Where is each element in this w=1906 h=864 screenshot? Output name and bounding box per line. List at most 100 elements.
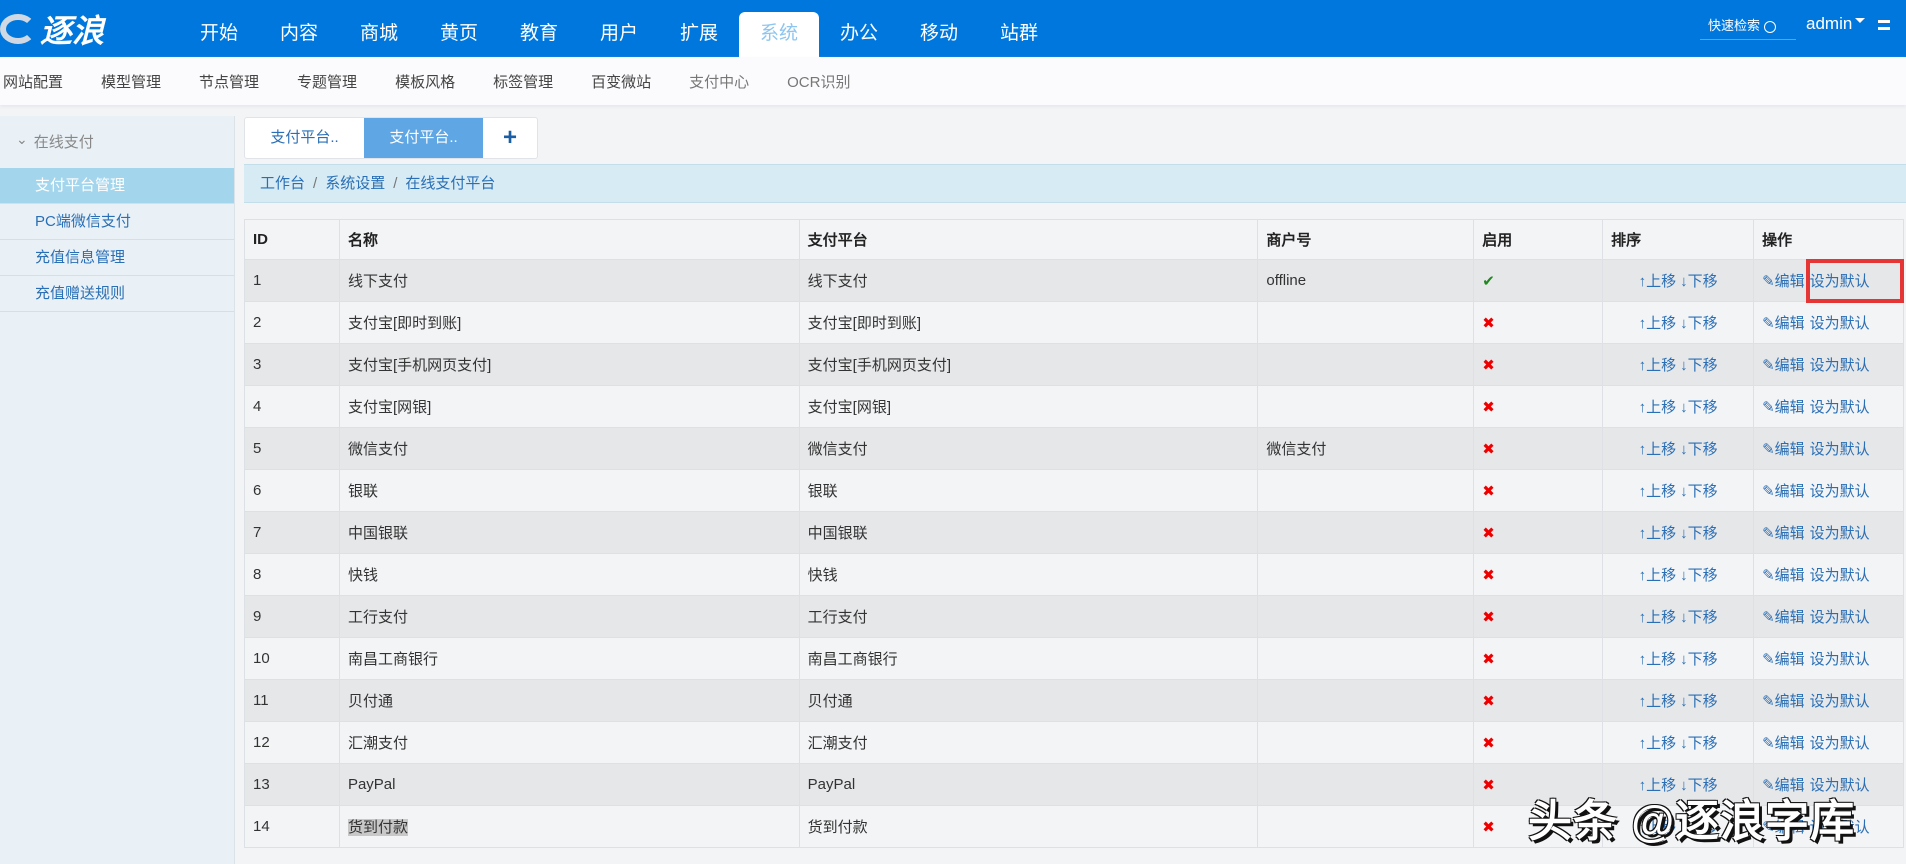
- set-default-link[interactable]: 设为默认: [1810, 567, 1870, 584]
- set-default-link[interactable]: 设为默认: [1810, 441, 1870, 458]
- nav-item[interactable]: 开始: [179, 0, 259, 57]
- nav-item[interactable]: 扩展: [659, 0, 739, 57]
- cross-icon[interactable]: ✖: [1482, 819, 1495, 836]
- move-up-link[interactable]: ↑上移: [1639, 315, 1677, 332]
- move-up-link[interactable]: ↑上移: [1639, 441, 1677, 458]
- edit-link[interactable]: ✎编辑: [1762, 525, 1805, 542]
- set-default-link[interactable]: 设为默认: [1810, 315, 1870, 332]
- set-default-link[interactable]: 设为默认: [1810, 273, 1870, 290]
- merchant-cell: [1257, 469, 1475, 512]
- nav-item[interactable]: 黄页: [419, 0, 499, 57]
- id-cell: 4: [244, 385, 340, 428]
- subnav-item[interactable]: OCR识别: [784, 71, 853, 92]
- move-up-link[interactable]: ↑上移: [1639, 483, 1677, 500]
- tab-payment-platform-1[interactable]: 支付平台..: [245, 118, 364, 158]
- move-up-link[interactable]: ↑上移: [1639, 693, 1677, 710]
- subnav-item[interactable]: 标签管理: [490, 71, 556, 92]
- cross-icon[interactable]: ✖: [1482, 609, 1495, 626]
- add-tab-button[interactable]: +: [483, 118, 537, 158]
- nav-item[interactable]: 教育: [499, 0, 579, 57]
- set-default-link[interactable]: 设为默认: [1810, 483, 1870, 500]
- subnav-item[interactable]: 节点管理: [196, 71, 262, 92]
- nav-item[interactable]: 内容: [259, 0, 339, 57]
- check-icon[interactable]: ✔: [1482, 273, 1495, 290]
- subnav-item[interactable]: 支付中心: [686, 71, 752, 92]
- set-default-link[interactable]: 设为默认: [1810, 735, 1870, 752]
- move-down-link[interactable]: ↓下移: [1680, 441, 1718, 458]
- cross-icon[interactable]: ✖: [1482, 399, 1495, 416]
- edit-link[interactable]: ✎编辑: [1762, 693, 1805, 710]
- edit-link[interactable]: ✎编辑: [1762, 315, 1805, 332]
- edit-link[interactable]: ✎编辑: [1762, 357, 1805, 374]
- cross-icon[interactable]: ✖: [1482, 315, 1495, 332]
- move-up-link[interactable]: ↑上移: [1639, 399, 1677, 416]
- move-up-link[interactable]: ↑上移: [1639, 735, 1677, 752]
- cross-icon[interactable]: ✖: [1482, 651, 1495, 668]
- quick-search[interactable]: 快速检索: [1700, 14, 1796, 40]
- edit-link[interactable]: ✎编辑: [1762, 609, 1805, 626]
- set-default-link[interactable]: 设为默认: [1810, 609, 1870, 626]
- nav-item[interactable]: 系统: [739, 12, 819, 57]
- move-down-link[interactable]: ↓下移: [1680, 567, 1718, 584]
- set-default-link[interactable]: 设为默认: [1810, 357, 1870, 374]
- edit-link[interactable]: ✎编辑: [1762, 567, 1805, 584]
- move-down-link[interactable]: ↓下移: [1680, 651, 1718, 668]
- move-down-link[interactable]: ↓下移: [1680, 525, 1718, 542]
- breadcrumb-workbench[interactable]: 工作台: [260, 175, 305, 192]
- edit-link[interactable]: ✎编辑: [1762, 441, 1805, 458]
- tab-payment-platform-2[interactable]: 支付平台..: [364, 118, 483, 158]
- edit-link[interactable]: ✎编辑: [1762, 273, 1805, 290]
- sidebar-item[interactable]: 支付平台管理: [0, 168, 234, 204]
- nav-item[interactable]: 办公: [819, 0, 899, 57]
- cross-icon[interactable]: ✖: [1482, 525, 1495, 542]
- nav-item[interactable]: 站群: [979, 0, 1059, 57]
- edit-link[interactable]: ✎编辑: [1762, 651, 1805, 668]
- cross-icon[interactable]: ✖: [1482, 483, 1495, 500]
- set-default-link[interactable]: 设为默认: [1810, 399, 1870, 416]
- sidebar-item[interactable]: 充值信息管理: [0, 240, 234, 276]
- set-default-link[interactable]: 设为默认: [1810, 651, 1870, 668]
- subnav-item[interactable]: 百变微站: [588, 71, 654, 92]
- sidebar-item[interactable]: 充值赠送规则: [0, 276, 234, 312]
- move-down-link[interactable]: ↓下移: [1680, 693, 1718, 710]
- sidebar-item[interactable]: PC端微信支付: [0, 204, 234, 240]
- edit-link[interactable]: ✎编辑: [1762, 735, 1805, 752]
- nav-item[interactable]: 商城: [339, 0, 419, 57]
- logo[interactable]: 逐浪: [0, 8, 140, 50]
- subnav-item[interactable]: 专题管理: [294, 71, 360, 92]
- edit-link[interactable]: ✎编辑: [1762, 399, 1805, 416]
- subnav-item[interactable]: 模型管理: [98, 71, 164, 92]
- move-up-link[interactable]: ↑上移: [1639, 525, 1677, 542]
- cross-icon[interactable]: ✖: [1482, 735, 1495, 752]
- user-menu[interactable]: admin: [1806, 14, 1865, 34]
- move-down-link[interactable]: ↓下移: [1680, 483, 1718, 500]
- cross-icon[interactable]: ✖: [1482, 693, 1495, 710]
- nav-item[interactable]: 用户: [579, 0, 659, 57]
- cross-icon[interactable]: ✖: [1482, 441, 1495, 458]
- move-up-link[interactable]: ↑上移: [1639, 651, 1677, 668]
- set-default-link[interactable]: 设为默认: [1810, 693, 1870, 710]
- move-down-link[interactable]: ↓下移: [1680, 315, 1718, 332]
- subnav-item[interactable]: 模板风格: [392, 71, 458, 92]
- move-down-link[interactable]: ↓下移: [1680, 273, 1718, 290]
- move-up-link[interactable]: ↑上移: [1639, 357, 1677, 374]
- menu-icon[interactable]: [1878, 20, 1890, 30]
- move-down-link[interactable]: ↓下移: [1680, 399, 1718, 416]
- cross-icon[interactable]: ✖: [1482, 777, 1495, 794]
- move-down-link[interactable]: ↓下移: [1680, 735, 1718, 752]
- cross-icon[interactable]: ✖: [1482, 567, 1495, 584]
- move-up-link[interactable]: ↑上移: [1639, 273, 1677, 290]
- move-up-link[interactable]: ↑上移: [1639, 609, 1677, 626]
- move-down-link[interactable]: ↓下移: [1680, 357, 1718, 374]
- breadcrumb-online-payment[interactable]: 在线支付平台: [405, 175, 495, 192]
- sidebar-group-online-payment[interactable]: 在线支付: [0, 116, 234, 168]
- nav-item[interactable]: 移动: [899, 0, 979, 57]
- set-default-link[interactable]: 设为默认: [1810, 525, 1870, 542]
- subnav-item[interactable]: 网站配置: [0, 71, 66, 92]
- cross-icon[interactable]: ✖: [1482, 357, 1495, 374]
- breadcrumb-system-settings[interactable]: 系统设置: [325, 175, 385, 192]
- move-up-link[interactable]: ↑上移: [1639, 567, 1677, 584]
- edit-link[interactable]: ✎编辑: [1762, 483, 1805, 500]
- move-down-link[interactable]: ↓下移: [1680, 609, 1718, 626]
- move-up-label: 上移: [1646, 315, 1677, 332]
